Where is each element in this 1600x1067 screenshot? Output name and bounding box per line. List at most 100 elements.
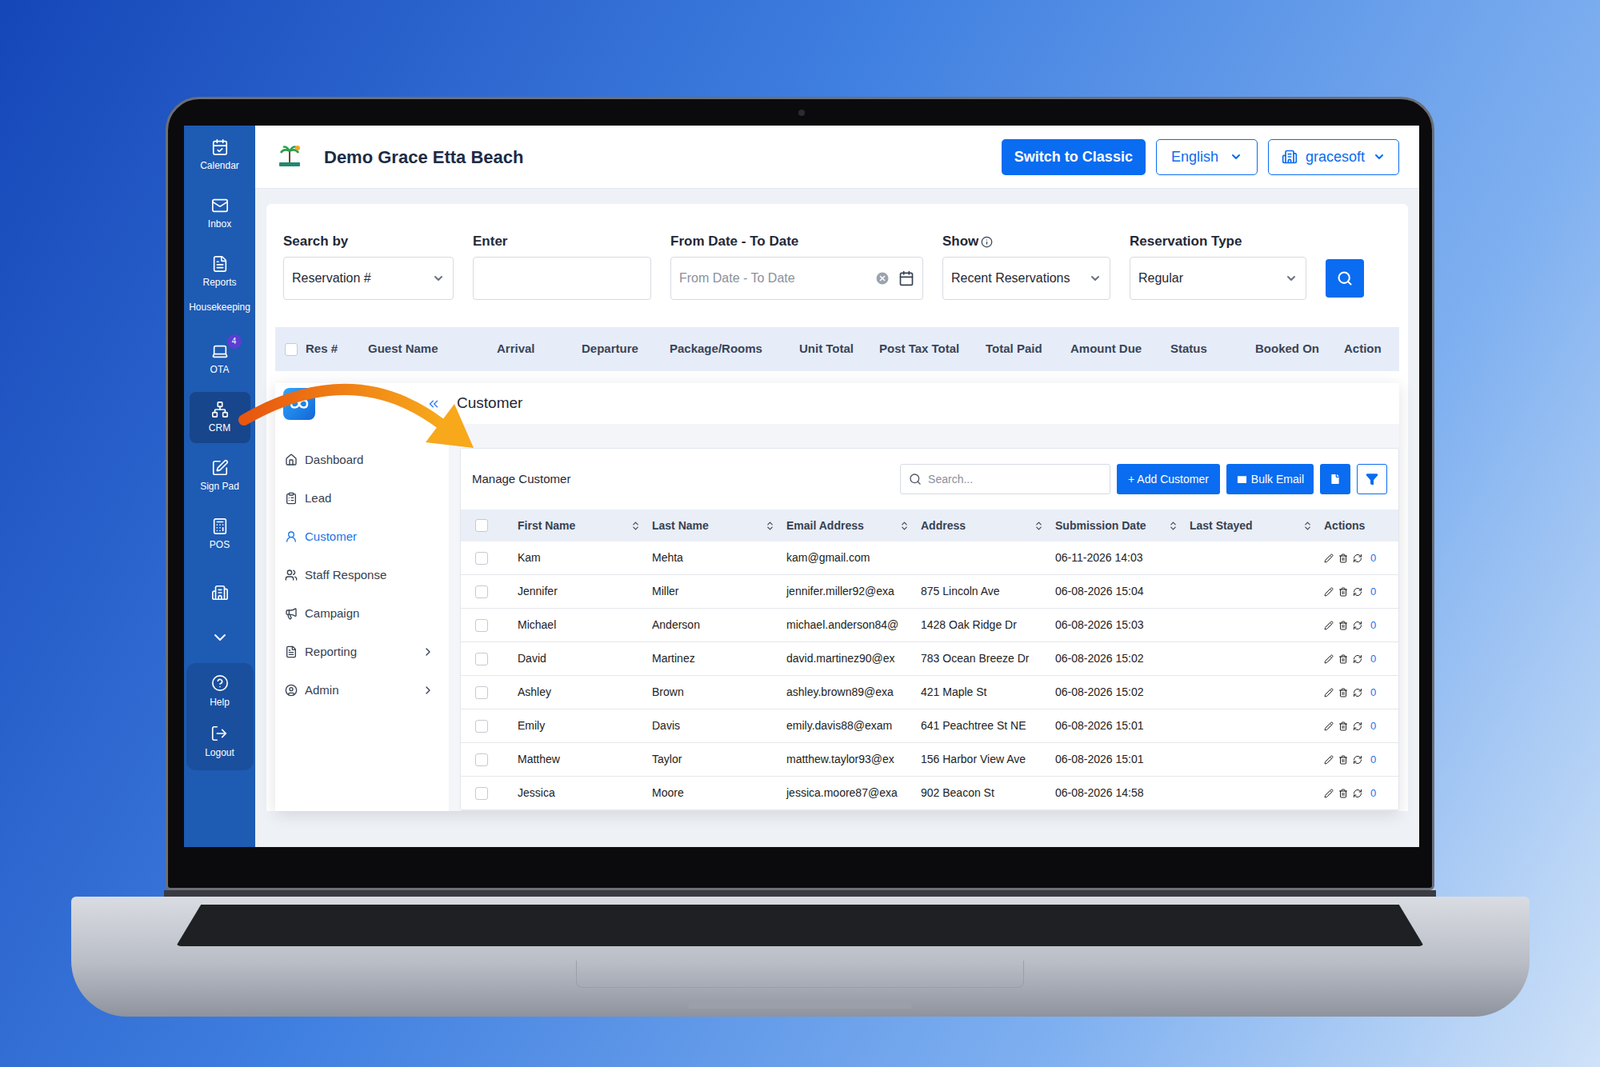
column-header[interactable]: Guest Name	[368, 340, 497, 359]
nav-expand-button[interactable]	[184, 621, 256, 654]
sync-icon[interactable]	[1352, 788, 1363, 799]
bulk-email-button[interactable]: Bulk Email	[1226, 464, 1314, 495]
account-dropdown[interactable]: gracesoft	[1268, 139, 1400, 176]
add-customer-button[interactable]: + Add Customer	[1116, 464, 1220, 495]
edit-icon[interactable]	[1324, 587, 1334, 597]
row-checkbox[interactable]	[475, 720, 488, 733]
delete-icon[interactable]	[1338, 688, 1348, 698]
sort-icon[interactable]	[899, 520, 910, 532]
delete-icon[interactable]	[1338, 721, 1348, 732]
column-header[interactable]: Post Tax Total	[879, 340, 986, 359]
sync-icon[interactable]	[1352, 587, 1363, 597]
customer-row[interactable]: AshleyBrownashley.brown89@exa421 Maple S…	[460, 676, 1399, 710]
crm-menu-item[interactable]: Lead	[275, 479, 449, 518]
sort-icon[interactable]	[1168, 520, 1179, 532]
sort-icon[interactable]	[1033, 520, 1044, 532]
delete-icon[interactable]	[1338, 553, 1348, 564]
nav-rail-item[interactable]: Inbox	[184, 184, 256, 243]
clear-icon[interactable]	[874, 270, 891, 287]
edit-icon[interactable]	[1324, 553, 1334, 564]
delete-icon[interactable]	[1338, 788, 1348, 799]
column-header[interactable]: Status	[1170, 340, 1256, 359]
customer-row[interactable]: EmilyDavisemily.davis88@exam641 Peachtre…	[460, 709, 1399, 744]
edit-icon[interactable]	[1324, 721, 1334, 732]
column-header[interactable]: Actions	[1324, 517, 1399, 535]
column-header[interactable]: Action	[1344, 340, 1400, 359]
stay-count[interactable]: 0	[1370, 550, 1376, 567]
crm-menu-item[interactable]: Dashboard	[275, 440, 449, 480]
nav-rail-item[interactable]: Housekeeping	[184, 300, 256, 330]
column-header[interactable]: Total Paid	[985, 340, 1071, 359]
delete-icon[interactable]	[1338, 620, 1348, 631]
filter-select[interactable]: Recent Reservations	[942, 256, 1111, 300]
customer-row[interactable]: MichaelAndersonmichael.anderson84@1428 O…	[460, 608, 1399, 643]
column-header[interactable]: Submission Date	[1055, 517, 1190, 535]
stay-count[interactable]: 0	[1370, 785, 1376, 802]
nav-rail-item[interactable]: CRM	[184, 388, 256, 447]
row-checkbox[interactable]	[475, 552, 488, 565]
export-button[interactable]	[1320, 464, 1351, 495]
customer-row[interactable]: DavidMartinezdavid.martinez90@ex783 Ocea…	[460, 642, 1399, 676]
crm-menu-item[interactable]: Campaign	[275, 594, 449, 633]
stay-count[interactable]: 0	[1370, 584, 1376, 600]
row-checkbox[interactable]	[475, 619, 488, 632]
row-checkbox[interactable]	[475, 686, 488, 700]
column-header[interactable]: First Name	[517, 517, 652, 535]
edit-icon[interactable]	[1324, 620, 1334, 631]
date-range-input[interactable]: From Date - To Date	[670, 256, 924, 300]
crm-menu-item[interactable]: Staff Response	[275, 556, 449, 595]
stay-count[interactable]: 0	[1370, 752, 1376, 768]
crm-menu-item[interactable]: Customer	[275, 517, 449, 556]
column-header[interactable]: Address	[920, 517, 1056, 535]
nav-rail-item[interactable]: POS	[184, 504, 256, 564]
sort-icon[interactable]	[764, 520, 776, 532]
stay-count[interactable]: 0	[1370, 617, 1376, 634]
row-checkbox[interactable]	[475, 787, 488, 800]
column-header[interactable]: Departure	[581, 340, 670, 359]
nav-rail-item[interactable]: 4OTA	[184, 329, 256, 388]
filter-select[interactable]: Regular	[1129, 256, 1307, 300]
switch-classic-button[interactable]: Switch to Classic	[1001, 139, 1146, 176]
nav-rail-item[interactable]: Reports	[184, 242, 256, 301]
search-button[interactable]	[1325, 259, 1364, 298]
sync-icon[interactable]	[1352, 620, 1363, 631]
nav-bottom-item[interactable]: Logout	[204, 724, 235, 760]
delete-icon[interactable]	[1338, 755, 1348, 765]
nav-rail-item[interactable]: Calendar	[184, 125, 256, 184]
calendar-icon[interactable]	[898, 270, 915, 287]
sync-icon[interactable]	[1352, 688, 1363, 698]
sort-icon[interactable]	[1302, 520, 1313, 532]
nav-rail-item[interactable]	[184, 563, 256, 622]
customer-row[interactable]: MatthewTaylormatthew.taylor93@ex156 Harb…	[460, 743, 1399, 777]
customer-search[interactable]: Search...	[900, 464, 1111, 495]
delete-icon[interactable]	[1338, 587, 1348, 597]
customer-row[interactable]: KamMehtakam@gmail.com06-11-2026 14:030	[460, 541, 1399, 576]
stay-count[interactable]: 0	[1370, 718, 1376, 735]
column-header[interactable]: Res #	[305, 340, 368, 359]
sync-icon[interactable]	[1352, 553, 1363, 564]
customer-row[interactable]: JenniferMillerjennifer.miller92@exa875 L…	[460, 575, 1399, 609]
customer-row[interactable]: JessicaMoorejessica.moore87@exa902 Beaco…	[460, 776, 1399, 811]
column-header[interactable]: Email Address	[786, 517, 921, 535]
stay-count[interactable]: 0	[1370, 651, 1376, 668]
edit-icon[interactable]	[1324, 755, 1334, 765]
edit-icon[interactable]	[1324, 788, 1334, 799]
column-header[interactable]: Last Name	[652, 517, 787, 535]
row-checkbox[interactable]	[475, 753, 488, 767]
row-checkbox[interactable]	[475, 652, 488, 666]
sort-icon[interactable]	[630, 520, 641, 532]
stay-count[interactable]: 0	[1370, 684, 1376, 701]
crm-menu-item[interactable]: Reporting	[275, 632, 449, 672]
sync-icon[interactable]	[1352, 654, 1363, 664]
filter-input[interactable]	[472, 256, 652, 300]
filter-select[interactable]: Reservation #	[283, 256, 454, 300]
column-header[interactable]: Arrival	[496, 340, 582, 359]
filter-button[interactable]	[1356, 464, 1388, 495]
select-all-checkbox[interactable]	[284, 343, 298, 356]
row-checkbox[interactable]	[475, 585, 488, 599]
language-dropdown[interactable]: English	[1156, 139, 1258, 176]
edit-icon[interactable]	[1324, 654, 1334, 664]
crm-menu-item[interactable]: Admin	[275, 671, 449, 710]
column-header[interactable]: Unit Total	[799, 340, 880, 359]
sync-icon[interactable]	[1352, 721, 1363, 732]
